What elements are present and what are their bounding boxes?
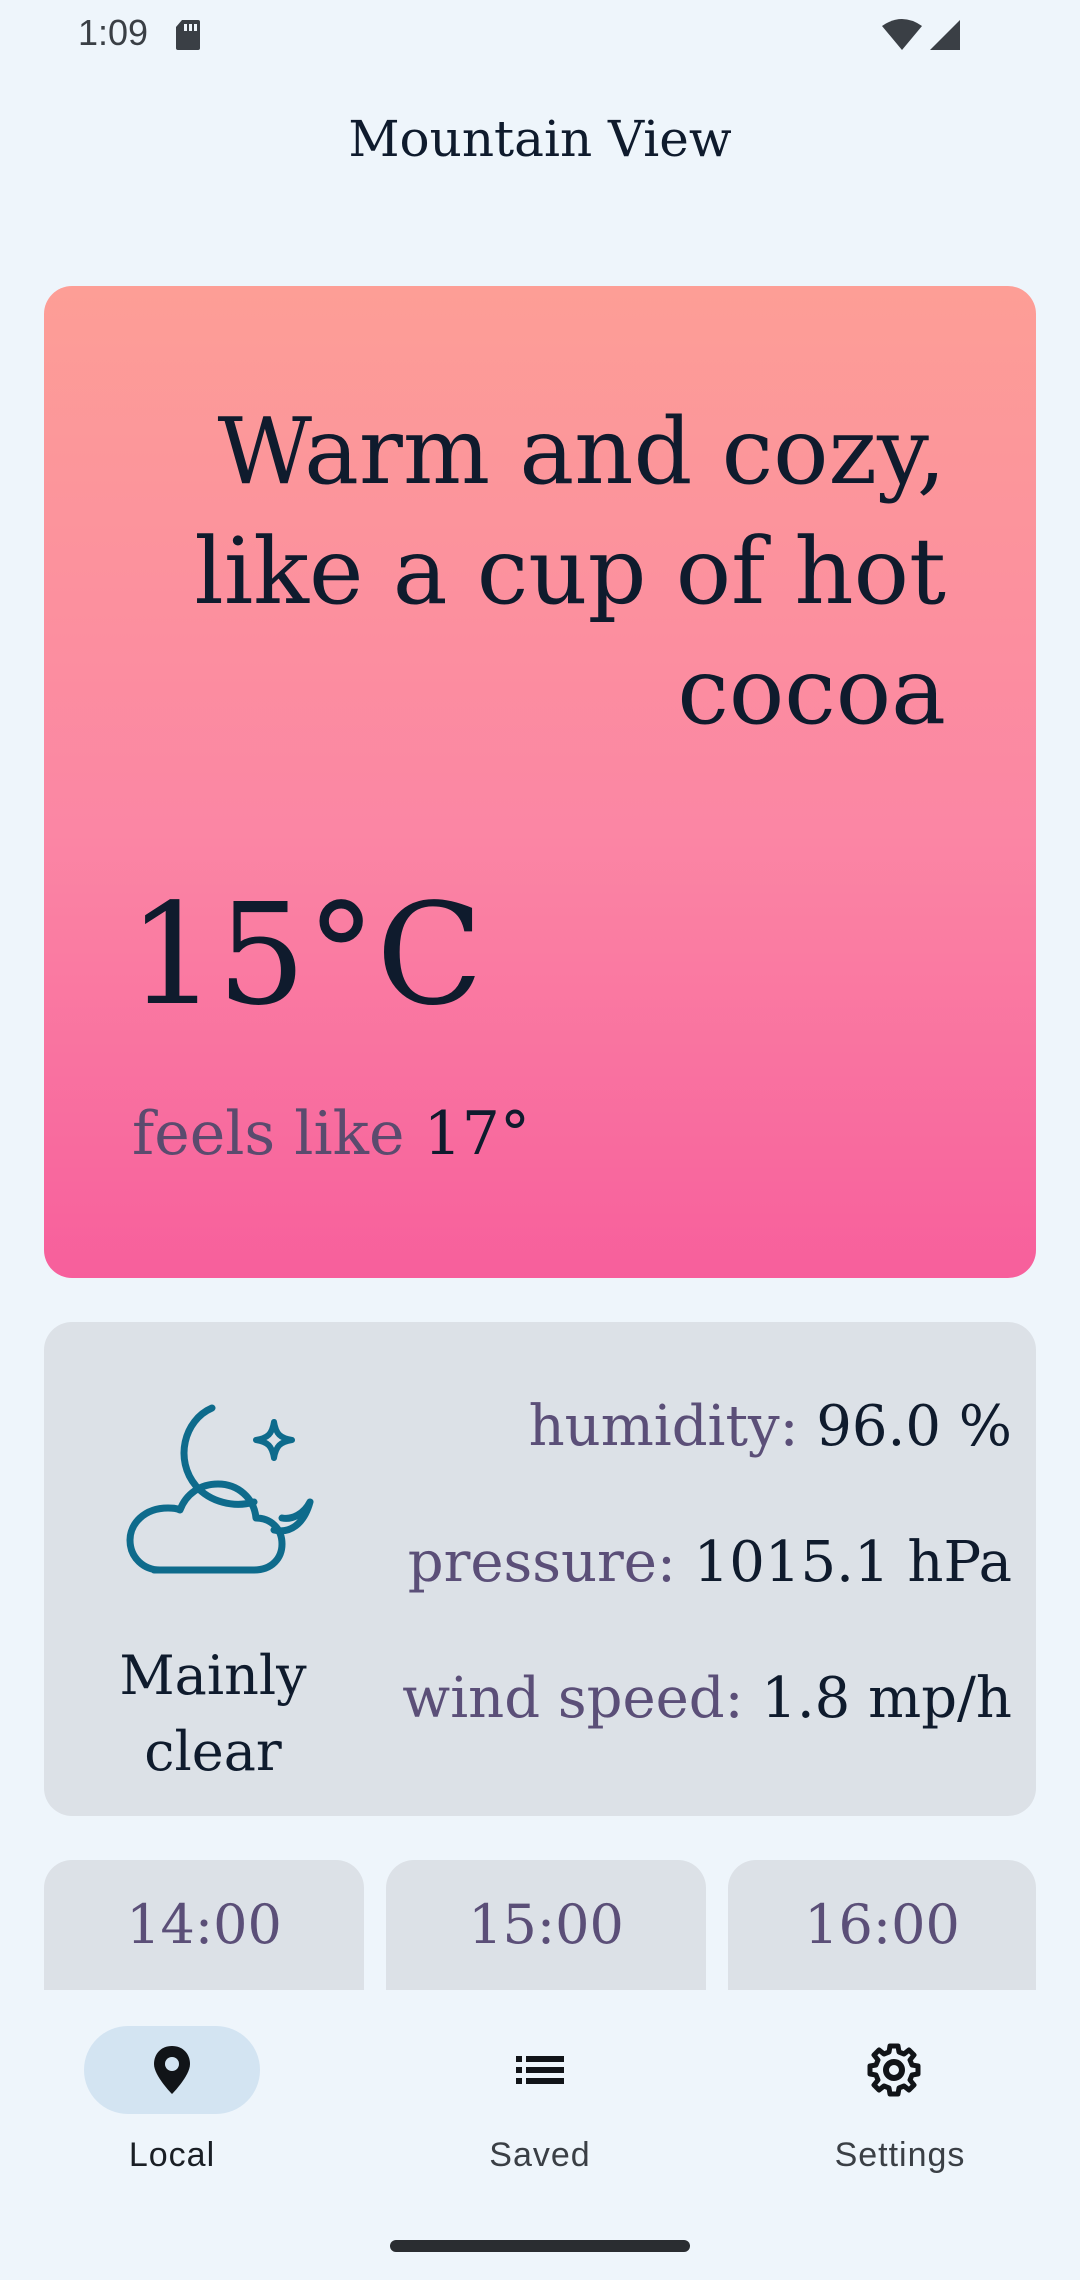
- pressure-row: pressure: 1015.1 hPa: [408, 1528, 1012, 1598]
- hourly-forecast-item[interactable]: 16:00: [728, 1860, 1036, 1990]
- hourly-forecast-item[interactable]: 14:00: [44, 1860, 364, 1990]
- nav-item-saved[interactable]: Saved: [360, 2026, 720, 2186]
- partly-cloudy-night-icon: [126, 1404, 314, 1574]
- hourly-forecast-item[interactable]: 15:00: [386, 1860, 706, 1990]
- feels-like-value: 17°: [423, 1099, 530, 1169]
- location-pin-icon: [154, 2046, 190, 2094]
- current-weather-card: Warm and cozy, like a cup of hot cocoa 1…: [44, 286, 1036, 1278]
- wind-speed-label: wind speed:: [402, 1666, 744, 1731]
- wifi-icon: [882, 19, 922, 50]
- humidity-value: 96.0 %: [816, 1394, 1012, 1459]
- weather-condition: Mainly clear: [119, 1644, 307, 1783]
- current-temperature: 15°C: [128, 874, 484, 1037]
- nav-label-saved: Saved: [489, 2136, 591, 2174]
- cell-signal-icon: [930, 20, 960, 50]
- page-title: Mountain View: [348, 110, 732, 168]
- gear-icon: [867, 2043, 921, 2097]
- feels-like: feels like 17°: [132, 1094, 530, 1174]
- status-bar: 1:09: [0, 0, 1080, 70]
- wind-speed-row: wind speed: 1.8 mp/h: [402, 1664, 1012, 1734]
- humidity-label: humidity:: [528, 1394, 799, 1459]
- pressure-value: 1015.1 hPa: [693, 1530, 1012, 1595]
- pressure-label: pressure:: [407, 1530, 676, 1595]
- nav-label-local: Local: [128, 2136, 216, 2174]
- nav-item-settings[interactable]: Settings: [720, 2026, 1080, 2186]
- nav-item-local[interactable]: Local: [0, 2026, 360, 2186]
- wind-speed-value: 1.8 mp/h: [761, 1666, 1012, 1731]
- humidity-row: humidity: 96.0 %: [529, 1392, 1012, 1462]
- weather-details-card: Mainly clear humidity: 96.0 % pressure: …: [44, 1322, 1036, 1816]
- bottom-navigation: Local Saved Settings: [0, 1992, 1080, 2280]
- sd-card-icon: [176, 20, 200, 50]
- weather-quote: Warm and cozy, like a cup of hot cocoa: [194, 398, 946, 745]
- status-time: 1:09: [78, 12, 149, 53]
- list-icon: [516, 2056, 564, 2084]
- nav-label-settings: Settings: [834, 2136, 966, 2174]
- home-indicator[interactable]: [390, 2240, 690, 2252]
- feels-like-label: feels like: [132, 1099, 405, 1169]
